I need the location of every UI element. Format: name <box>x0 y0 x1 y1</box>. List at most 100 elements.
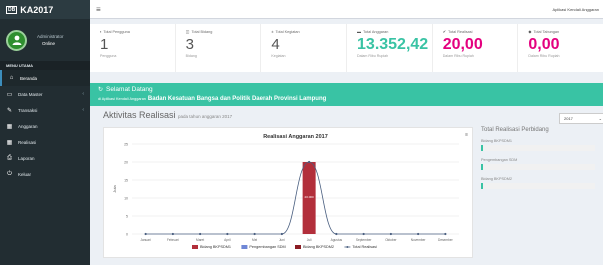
x-tick-label: Januari <box>140 238 151 242</box>
stat-label: Total Pengguna <box>103 29 130 34</box>
home-icon: ⌂ <box>9 75 14 81</box>
legend-label: Pengembangan SDM <box>249 245 285 249</box>
progress-label: Bidang BKPSDM2 <box>481 177 513 181</box>
stat-card: ◫ Total Bidang 3 Bidang <box>176 24 262 72</box>
avatar <box>6 29 27 51</box>
money-icon: ▬ <box>357 29 362 34</box>
sidebar-item-laporan[interactable]: ⎙ Laporan <box>0 150 90 166</box>
sidebar-item-label: Realisasi <box>18 139 37 145</box>
refresh-icon: ↻ <box>98 87 104 93</box>
welcome-title: Selamat Datang <box>106 86 153 93</box>
series-point <box>253 232 256 236</box>
welcome-subtitle: di Aplikasi Kendali Anggaran <box>98 97 146 101</box>
legend-swatch <box>241 245 248 249</box>
stat-unit: Bidang <box>185 54 197 58</box>
y-axis-label: Juta <box>112 184 117 192</box>
menu-toggle-icon[interactable]: ≡ <box>96 5 101 14</box>
series-point <box>144 232 147 236</box>
progress-bar <box>481 145 595 151</box>
stat-label: Total Anggaran <box>363 29 389 34</box>
series-point <box>417 232 420 236</box>
y-tick-label: 0 <box>126 233 128 237</box>
sidebar-item-realisasi[interactable]: ▦ Realisasi <box>0 134 90 150</box>
folder-icon: ▭ <box>6 91 13 98</box>
legend-label: Total Realisasi <box>352 245 377 249</box>
stat-value: 13.352,42 <box>357 36 429 53</box>
x-tick-label: Juli <box>307 238 312 242</box>
x-tick-label: Agustus <box>331 238 343 242</box>
series-point <box>389 232 392 236</box>
stat-value: 1 <box>100 36 109 53</box>
stat-unit: Dalam Ribu Rupiah <box>442 54 474 58</box>
stat-card: ◆ Total Tabungan 0,00 Dalam Ribu Rupiah <box>518 24 603 72</box>
x-tick-label: Mei <box>252 238 257 242</box>
legend-swatch <box>192 245 198 249</box>
activity-title: Aktivitas Realisasi <box>103 110 176 120</box>
stat-value: 0,00 <box>528 36 560 53</box>
stat-value: 20,00 <box>442 36 483 53</box>
series-point <box>362 232 365 236</box>
y-tick-label: 5 <box>126 215 128 219</box>
sidebar-item-beranda[interactable]: ⌂ Beranda <box>0 70 90 86</box>
stat-unit: Dalam Ribu Rupiah <box>357 54 389 58</box>
y-tick-label: 25 <box>124 143 128 147</box>
progress-fill <box>481 145 483 151</box>
chevron-left-icon: ‹ <box>82 91 84 97</box>
user-icon <box>12 35 21 45</box>
x-tick-label: Desember <box>438 238 454 242</box>
legend-swatch <box>295 245 301 249</box>
bar-chart-icon: ▦ <box>6 123 13 130</box>
x-tick-label: September <box>356 238 373 242</box>
progress-label: Bidang BKPSDM1 <box>481 139 513 143</box>
x-tick-label: April <box>224 238 231 242</box>
bar-data-label: 20.000 <box>305 195 315 199</box>
app-title: KA2017 <box>20 4 54 15</box>
series-point <box>280 232 283 236</box>
activity-heading: Aktivitas Realisasi pada tahun anggaran … <box>103 110 232 120</box>
stat-label: Total Bidang <box>191 29 213 34</box>
year-select[interactable]: 2017 ⌄ <box>559 113 603 124</box>
progress-item: Bidang BKPSDM1 <box>481 139 601 151</box>
welcome-box: ↻ Selamat Datang di Aplikasi Kendali Angg… <box>90 83 603 106</box>
sidebar-item-label: Beranda <box>20 75 38 81</box>
user-panel: Administrator Online <box>0 19 90 61</box>
chart-menu-icon[interactable]: ≡ <box>465 132 468 138</box>
top-user-label[interactable]: Aplikasi Kendali Anggaran <box>553 7 599 12</box>
print-icon: ⎙ <box>7 154 12 161</box>
x-tick-label: Juni <box>279 238 285 242</box>
stat-card: ± Total Kegiatan 4 Kegiatan <box>261 24 348 72</box>
chart-card: Realisasi Anggaran 2017 0 5 10 15 20 25 Juta Jan… <box>103 127 473 258</box>
y-tick-label: 10 <box>124 197 128 201</box>
sidebar-item-transaksi[interactable]: ✎ Transaksi ‹ <box>0 102 90 118</box>
tasks-icon: ± <box>271 29 274 34</box>
bar-chart-icon: ▦ <box>6 139 13 146</box>
app-window: DB KA2017 Administrator Online MENU UTAM… <box>0 0 603 265</box>
legend-label: Bidang BKPSDM2 <box>303 245 334 249</box>
sidebar-item-anggaran[interactable]: ▦ Anggaran <box>0 118 90 134</box>
stat-card: ✔ Total Realisasi 20,00 Dalam Ribu Rupiah <box>433 24 519 72</box>
legend-swatch-point <box>346 246 349 248</box>
stat-label: Total Realisasi <box>448 29 473 34</box>
stat-unit: Kegiatan <box>271 54 286 58</box>
check-icon: ✔ <box>442 29 447 34</box>
sidebar-item-keluar[interactable]: ⏻ Keluar <box>0 166 90 182</box>
series-point <box>308 160 311 164</box>
stat-value: 4 <box>271 36 280 53</box>
brand[interactable]: DB KA2017 <box>0 0 90 19</box>
right-panel-title: Total Realisasi Perbidang <box>481 127 549 133</box>
users-icon: ▪ <box>100 29 102 34</box>
topbar: ≡ Aplikasi Kendali Anggaran <box>90 0 603 19</box>
stat-label: Total Kegiatan <box>275 29 300 34</box>
progress-fill <box>481 164 483 170</box>
sidebar-item-label: Anggaran <box>18 123 38 129</box>
chevron-down-icon: ⌄ <box>598 116 602 121</box>
sitemap-icon: ◫ <box>185 29 190 34</box>
sidebar-nav: ⌂ Beranda ▭ Data Master ‹ ✎ Transaksi ‹ ▦ Anggara… <box>0 70 90 182</box>
sidebar-item-data-master[interactable]: ▭ Data Master ‹ <box>0 86 90 102</box>
x-tick-label: Maret <box>196 238 204 242</box>
stat-label: Total Tabungan <box>533 29 560 34</box>
series-point <box>335 232 338 236</box>
series-point <box>199 232 202 236</box>
sidebar-item-label: Laporan <box>18 155 35 161</box>
realization-chart: Realisasi Anggaran 2017 0 5 10 15 20 25 Juta Jan… <box>112 134 459 249</box>
